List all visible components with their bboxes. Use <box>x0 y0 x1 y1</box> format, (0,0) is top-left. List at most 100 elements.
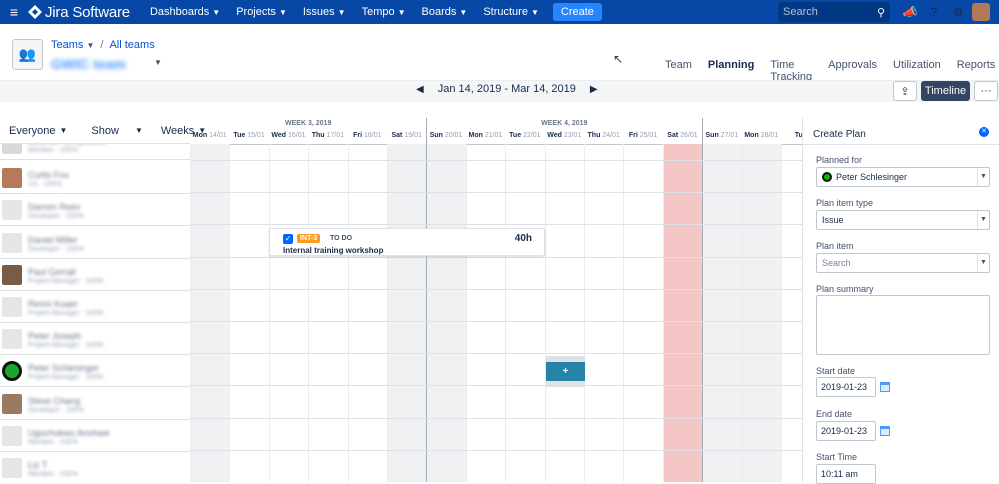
day-column[interactable] <box>702 144 742 482</box>
day-date: 14/01 <box>209 132 227 139</box>
day-date: 18/01 <box>363 132 382 139</box>
day-column[interactable] <box>347 144 387 482</box>
nav-dashboards[interactable]: Dashboards ▼ <box>150 6 220 18</box>
day-date: 21/01 <box>484 132 503 139</box>
day-column[interactable] <box>268 144 308 482</box>
day-name: Mon <box>468 132 483 139</box>
avatar <box>2 232 22 253</box>
notifications-icon[interactable]: 📣 <box>898 5 922 19</box>
more-options-button[interactable]: ··· <box>974 81 998 101</box>
day-date: 28/01 <box>760 132 779 139</box>
day-column[interactable] <box>741 144 781 482</box>
nav-boards[interactable]: Boards ▼ <box>422 6 468 18</box>
start-date-input[interactable]: 2019-01-23 <box>816 377 876 397</box>
person-row[interactable]: Guenter GreybeardMember - 100% <box>0 144 190 160</box>
person-name[interactable]: Peter Schlesinger <box>28 363 99 373</box>
day-column[interactable] <box>426 144 466 482</box>
plan-item-label: Plan item <box>816 241 854 251</box>
show-dropdown[interactable]: Show ▼ <box>91 125 142 137</box>
start-time-input[interactable]: 10:11 am <box>816 464 876 484</box>
person-name[interactable]: Paul Gerrall <box>28 267 76 277</box>
person-row[interactable]: Paul Gerrall Project Manager - 100% <box>0 259 190 291</box>
day-name: Tue <box>233 132 246 139</box>
nav-tempo[interactable]: Tempo ▼ <box>362 6 406 18</box>
person-row[interactable]: Damon Reev Developer - 100% <box>0 194 190 227</box>
person-row[interactable]: Ugochukwu Anohwe Member - 100% <box>0 420 190 452</box>
calendar-icon[interactable] <box>880 426 890 436</box>
close-icon[interactable]: ✕ <box>979 127 989 137</box>
end-date-input[interactable]: 2019-01-23 <box>816 421 876 441</box>
gear-icon[interactable]: ⚙ <box>946 5 970 19</box>
person-row[interactable]: Steve Chang Developer - 100% <box>0 388 190 420</box>
day-column[interactable] <box>544 144 584 482</box>
nav-projects[interactable]: Projects ▼ <box>236 6 287 18</box>
person-name[interactable]: Liz T <box>28 460 47 470</box>
jira-logo[interactable]: Jira Software <box>28 4 130 21</box>
help-icon[interactable]: ? <box>922 5 946 19</box>
end-date-label: End date <box>816 409 853 419</box>
person-row[interactable]: Peter Joseph Project Manager - 100% <box>0 323 190 356</box>
everyone-dropdown[interactable]: Everyone ▼ <box>9 125 67 137</box>
plan-item-type-select[interactable]: Issue ▼ <box>816 210 990 230</box>
day-column[interactable] <box>584 144 623 482</box>
plan-item-type-value: Issue <box>822 215 844 225</box>
timeline-button[interactable]: Timeline <box>921 81 970 101</box>
breadcrumb-all-teams[interactable]: All teams <box>109 39 154 51</box>
person-name[interactable]: Steve Chang <box>28 396 80 406</box>
day-name: Sun <box>705 132 719 139</box>
day-column[interactable] <box>781 144 802 482</box>
breadcrumb-teams[interactable]: Teams ▼ <box>51 39 94 51</box>
nav-structure[interactable]: Structure ▼ <box>483 6 539 18</box>
user-avatar[interactable] <box>972 3 990 21</box>
day-column[interactable] <box>308 144 347 482</box>
day-date: 20/01 <box>444 132 463 139</box>
chevron-down-icon: ▼ <box>212 7 221 17</box>
person-row[interactable]: Curtis Fox UX - 100% <box>0 162 190 195</box>
day-header: Sat 26/01 <box>663 132 702 144</box>
date-range-label[interactable]: Jan 14, 2019 - Mar 14, 2019 <box>438 83 576 95</box>
person-name[interactable]: Ugochukwu Anohwe <box>28 428 110 438</box>
share-button[interactable]: ⇪ <box>893 81 917 101</box>
nav-issues[interactable]: Issues ▼ <box>303 6 346 18</box>
next-period-icon[interactable]: ▶ <box>590 84 598 95</box>
person-name[interactable]: Peter Joseph <box>28 331 81 341</box>
day-header: Tue 22/01 <box>505 132 544 144</box>
issue-key[interactable]: INT-3 <box>297 234 321 243</box>
day-column[interactable] <box>190 144 230 482</box>
menu-icon[interactable]: ≡ <box>0 4 28 20</box>
week-label: WEEK 3, 2019 <box>285 120 332 127</box>
add-plan-button[interactable]: + <box>546 362 585 381</box>
day-column[interactable] <box>229 144 268 482</box>
person-row[interactable]: Daniel Miller Developer - 100% <box>0 227 190 259</box>
day-date: 23/01 <box>563 132 582 139</box>
chevron-down-icon: ▼ <box>530 7 539 17</box>
person-row[interactable]: Peter Schlesinger Project Manager - 100% <box>0 355 190 388</box>
person-name[interactable]: Curtis Fox <box>28 170 69 180</box>
calendar-icon[interactable] <box>880 382 890 392</box>
search-input[interactable]: Search ⚲ <box>778 2 890 22</box>
person-row[interactable]: Renni Kuaer Project Manager - 100% <box>0 291 190 323</box>
plan-card[interactable]: ✓ INT-3 TO DO 40h Internal training work… <box>269 228 545 256</box>
day-column[interactable] <box>505 144 544 482</box>
previous-period-icon[interactable]: ◀ <box>416 84 424 95</box>
day-column[interactable] <box>623 144 662 482</box>
avatar <box>822 172 832 182</box>
chevron-down-icon[interactable]: ▼ <box>154 58 162 67</box>
create-button[interactable]: Create <box>552 3 602 21</box>
row-divider <box>190 449 802 451</box>
chevron-down-icon: ▼ <box>977 211 989 229</box>
day-name: Fri <box>628 132 638 139</box>
planned-for-label: Planned for <box>816 155 863 165</box>
day-column[interactable] <box>662 144 703 482</box>
person-row[interactable]: Liz T Member - 100% <box>0 452 190 482</box>
person-name[interactable]: Damon Reev <box>28 202 81 212</box>
person-name[interactable]: Renni Kuaer <box>28 299 78 309</box>
day-column[interactable] <box>465 144 505 482</box>
plan-summary-textarea[interactable] <box>816 295 990 355</box>
planned-for-select[interactable]: Peter Schlesinger ▼ <box>816 167 990 187</box>
person-name[interactable]: Guenter Greybeard <box>28 144 106 146</box>
day-column[interactable] <box>387 144 427 482</box>
plan-item-search[interactable]: Search ▼ <box>816 253 990 273</box>
person-name[interactable]: Daniel Miller <box>28 235 78 245</box>
day-header: Wed 23/01 <box>545 132 584 144</box>
